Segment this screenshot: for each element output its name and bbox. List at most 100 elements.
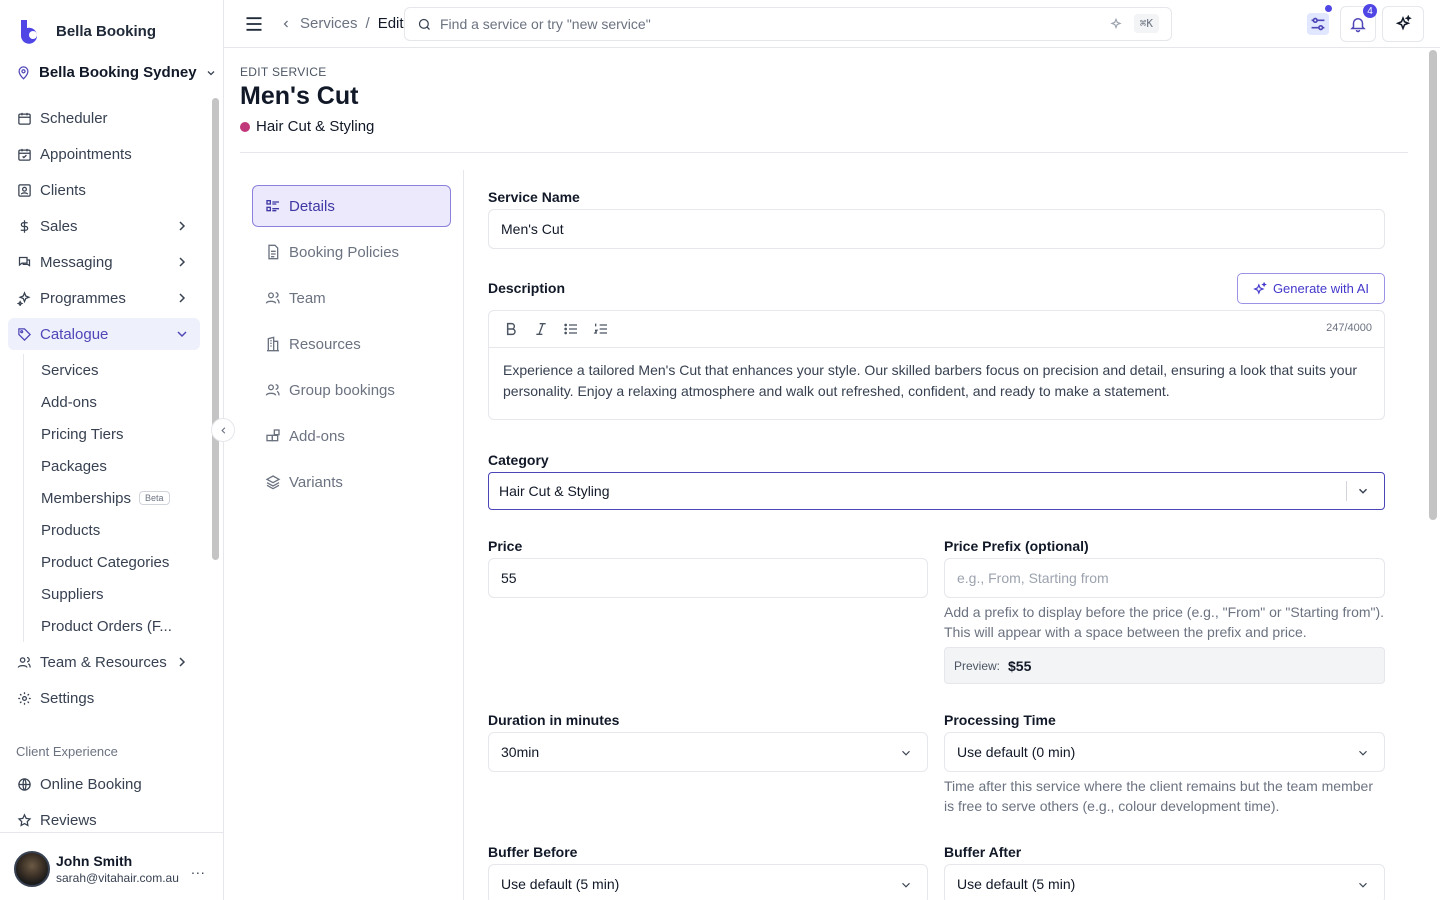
chevron-right-icon	[179, 221, 186, 231]
ai-assistant-button[interactable]	[1382, 6, 1424, 42]
bold-icon[interactable]	[503, 321, 519, 337]
subnav-suppliers[interactable]: Suppliers	[41, 578, 200, 610]
location-switcher[interactable]: Bella Booking Sydney	[16, 64, 217, 81]
bullet-list-icon[interactable]	[563, 321, 579, 337]
chevron-down-icon	[902, 882, 910, 888]
subnav-label: Memberships	[41, 489, 132, 507]
subnav-packages[interactable]: Packages	[41, 450, 200, 482]
description-editor[interactable]: 247/4000 Experience a tailored Men's Cut…	[488, 310, 1385, 420]
tab-resources[interactable]: Resources	[252, 323, 451, 365]
tab-label: Variants	[289, 473, 343, 491]
category-select[interactable]: Hair Cut & Styling	[488, 472, 1385, 510]
subnav-pricing-tiers[interactable]: Pricing Tiers	[41, 418, 200, 450]
sparkles-icon	[16, 290, 31, 306]
editor-toolbar: 247/4000	[489, 311, 1384, 348]
category-indicator: Hair Cut & Styling	[240, 118, 374, 135]
page-title: Men's Cut	[240, 82, 359, 110]
tab-variants[interactable]: Variants	[252, 461, 451, 503]
sidebar-item-label: Messaging	[40, 253, 113, 271]
layers-icon	[265, 475, 281, 490]
dollar-icon	[20, 219, 28, 233]
category-select-value: Hair Cut & Styling	[499, 483, 610, 499]
description-text[interactable]: Experience a tailored Men's Cut that enh…	[489, 348, 1384, 414]
sliders-icon	[1307, 13, 1329, 35]
map-pin-icon	[18, 66, 29, 80]
page-eyebrow: EDIT SERVICE	[240, 65, 327, 79]
user-name: John Smith	[56, 853, 133, 869]
main-scrollbar[interactable]	[1429, 50, 1437, 520]
keyboard-shortcut: ⌘K	[1133, 14, 1159, 33]
generate-with-ai-button[interactable]: Generate with AI	[1237, 273, 1385, 304]
contact-icon	[17, 183, 31, 197]
notification-count-badge: 4	[1363, 4, 1377, 18]
collapse-sidebar-button[interactable]	[211, 418, 235, 442]
tab-add-ons[interactable]: Add-ons	[252, 415, 451, 457]
sidebar-item-label: Online Booking	[40, 775, 142, 793]
processing-time-select[interactable]: Use default (0 min)	[944, 732, 1385, 772]
sidebar-item-online-booking[interactable]: Online Booking	[8, 768, 200, 800]
category-color-dot	[240, 121, 250, 132]
tabs-divider	[463, 170, 464, 900]
sidebar-item-label: Clients	[40, 181, 86, 199]
italic-icon[interactable]	[533, 321, 549, 337]
buffer-after-value: Use default (5 min)	[957, 876, 1076, 892]
search-input[interactable]	[440, 16, 1100, 32]
subnav-memberships[interactable]: Memberships Beta	[41, 482, 200, 514]
sparkles-icon	[1253, 281, 1267, 295]
buffer-after-select[interactable]: Use default (5 min)	[944, 864, 1385, 900]
sidebar-item-label: Catalogue	[40, 325, 109, 343]
price-input[interactable]: 55	[488, 558, 928, 598]
buffer-after-label: Buffer After	[944, 844, 1022, 860]
document-icon	[268, 244, 279, 260]
subnav-add-ons[interactable]: Add-ons	[41, 386, 200, 418]
sidebar-scrollbar[interactable]	[212, 98, 219, 560]
brand[interactable]: Bella Booking	[18, 18, 156, 44]
more-options-button[interactable]: ...	[191, 861, 206, 877]
tab-label: Team	[289, 289, 326, 307]
sidebar-item-label: Settings	[40, 689, 95, 707]
price-prefix-input[interactable]: e.g., From, Starting from	[944, 558, 1385, 598]
sidebar-item-programmes[interactable]: Programmes	[8, 282, 200, 314]
catalogue-subnav: Services Add-ons Pricing Tiers Packages …	[23, 354, 200, 642]
search-icon	[418, 18, 430, 30]
chevron-down-icon	[177, 331, 187, 338]
sidebar-item-clients[interactable]: Clients	[8, 174, 200, 206]
chevron-down-icon	[207, 70, 214, 75]
notifications-button[interactable]: 4	[1340, 4, 1377, 42]
service-tabs: Details Booking Policies Team Resources …	[252, 185, 451, 507]
users-icon	[17, 656, 31, 668]
subnav-product-categories[interactable]: Product Categories	[41, 546, 200, 578]
buffer-before-select[interactable]: Use default (5 min)	[488, 864, 928, 900]
tab-group-bookings[interactable]: Group bookings	[252, 369, 451, 411]
tab-team[interactable]: Team	[252, 277, 451, 319]
sidebar-item-messaging[interactable]: Messaging	[8, 246, 200, 278]
user-profile[interactable]: John Smith sarah@vitahair.com.au ...	[0, 832, 223, 900]
tab-details[interactable]: Details	[252, 185, 451, 227]
subnav-products[interactable]: Products	[41, 514, 200, 546]
service-name-input[interactable]: Men's Cut	[488, 209, 1385, 249]
subnav-product-orders[interactable]: Product Orders (F...	[41, 610, 200, 642]
select-separator	[1346, 481, 1347, 501]
sidebar-item-settings[interactable]: Settings	[8, 682, 200, 714]
preview-label: Preview:	[954, 658, 1001, 673]
tab-label: Add-ons	[289, 427, 345, 445]
sidebar-item-appointments[interactable]: Appointments	[8, 138, 200, 170]
blocks-icon	[266, 429, 280, 442]
topbar: Services / Edit ⌘K 4	[224, 0, 1440, 48]
sidebar-item-sales[interactable]: Sales	[8, 210, 200, 242]
search-bar[interactable]: ⌘K	[404, 7, 1172, 41]
service-name-label: Service Name	[488, 189, 580, 205]
menu-icon[interactable]	[244, 14, 264, 34]
sidebar-item-team-resources[interactable]: Team & Resources	[8, 646, 200, 678]
breadcrumb-services[interactable]: Services	[300, 15, 358, 32]
tab-booking-policies[interactable]: Booking Policies	[252, 231, 451, 273]
filters-button[interactable]	[1302, 5, 1334, 42]
numbered-list-icon[interactable]	[593, 321, 609, 337]
sidebar-item-label: Programmes	[40, 289, 126, 307]
duration-select[interactable]: 30min	[488, 732, 928, 772]
sidebar-item-scheduler[interactable]: Scheduler	[8, 102, 200, 134]
sidebar-item-catalogue[interactable]: Catalogue	[8, 318, 200, 350]
subnav-services[interactable]: Services	[41, 354, 200, 386]
sidebar: Bella Booking Bella Booking Sydney Sched…	[0, 0, 224, 900]
list-icon	[266, 200, 279, 212]
